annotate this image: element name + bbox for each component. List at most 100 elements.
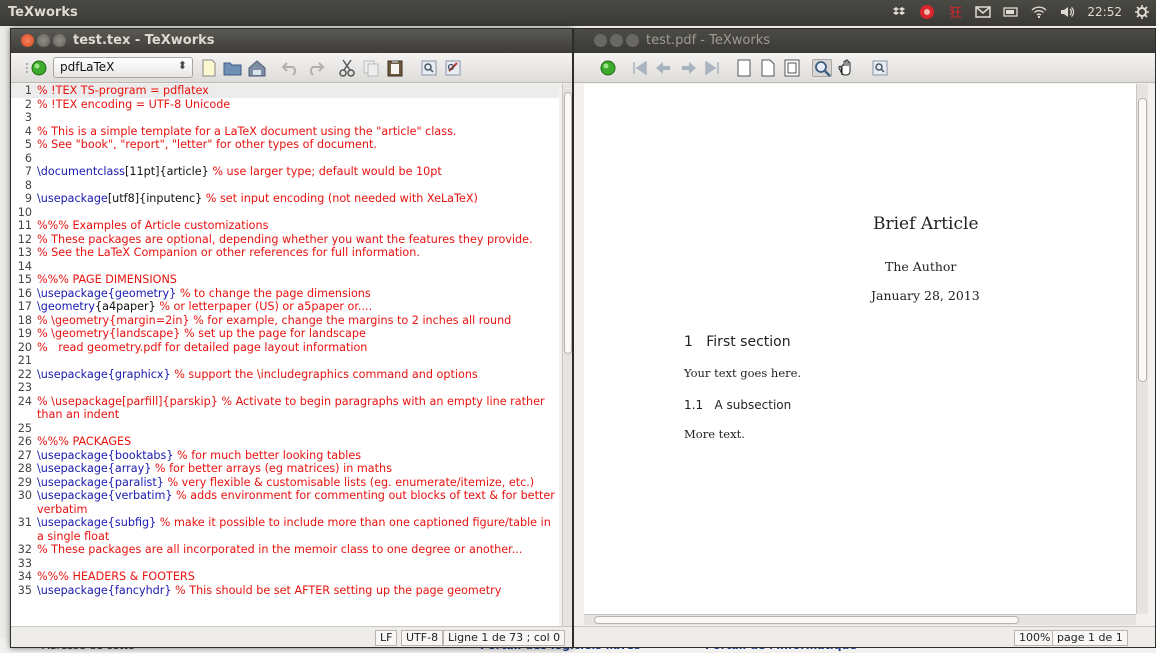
actual-size-icon[interactable] (734, 59, 754, 77)
code-line[interactable]: 25 (11, 422, 559, 436)
maximize-icon[interactable] (53, 34, 66, 47)
code-line[interactable]: 16 \usepackage{geometry} % to change the … (11, 287, 559, 301)
line-number: 29 (17, 475, 32, 489)
engine-select[interactable]: pdfLaTeX ⬍ (53, 57, 193, 78)
magnify-tool-icon[interactable] (812, 59, 832, 77)
svg-text:狂: 狂 (949, 6, 962, 20)
pdf-horizontal-scroll-thumb[interactable] (594, 616, 1019, 624)
code-line[interactable]: 12 % These packages are optional, dependi… (11, 233, 559, 247)
scroll-hand-icon[interactable] (836, 59, 856, 77)
code-line[interactable]: 3 (11, 111, 559, 125)
pdf-close-icon[interactable] (594, 34, 607, 47)
next-page-icon[interactable] (678, 59, 698, 77)
pdf-find-icon[interactable] (870, 59, 890, 77)
editor-vertical-scrollbar[interactable] (562, 84, 572, 626)
code-line[interactable]: 10 (11, 206, 559, 220)
clock[interactable]: 22:52 (1087, 5, 1122, 19)
code-line[interactable]: 31 \usepackage{subfig} % make it possible… (11, 516, 559, 543)
pdf-titlebar[interactable]: test.pdf - TeXworks (574, 29, 1155, 53)
code-line[interactable]: 1 % !TEX TS-program = pdflatex (11, 84, 559, 98)
volume-icon[interactable] (1059, 4, 1075, 20)
copy-icon[interactable] (361, 59, 381, 77)
pdf-vertical-scroll-thumb[interactable] (1138, 98, 1147, 382)
code-line[interactable]: 24 % \usepackage[parfill]{parskip} % Acti… (11, 395, 559, 422)
code-token: \usepackage{verbatim} (37, 489, 173, 502)
mail-icon[interactable] (975, 4, 992, 20)
code-line[interactable]: 28 \usepackage{array} % for better arrays… (11, 462, 559, 476)
line-number: 23 (17, 381, 32, 394)
fit-width-icon[interactable] (758, 59, 778, 77)
typeset-icon[interactable] (29, 59, 49, 77)
source-editor[interactable]: 1 % !TEX TS-program = pdflatex 2 % !TEX enc… (11, 84, 559, 626)
pdf-vertical-scrollbar[interactable] (1136, 84, 1148, 614)
line-ending-indicator[interactable]: LF (375, 630, 398, 646)
open-folder-icon[interactable] (223, 59, 243, 77)
app-title: TeXworks (8, 5, 78, 20)
editor-titlebar[interactable]: test.tex - TeXworks (11, 29, 572, 53)
code-line[interactable]: 32 % These packages are all incorporated … (11, 543, 559, 557)
code-line[interactable]: 22 \usepackage{graphicx} % support the \i… (11, 368, 559, 382)
code-line[interactable]: 13 % See the LaTeX Companion or other ref… (11, 246, 559, 260)
code-line[interactable]: 8 (11, 179, 559, 193)
code-line[interactable]: 14 (11, 260, 559, 274)
encoding-indicator[interactable]: UTF-8 (401, 630, 444, 646)
code-line[interactable]: 6 (11, 152, 559, 166)
cut-icon[interactable] (337, 59, 357, 77)
code-line[interactable]: 27 \usepackage{booktabs} % for much bette… (11, 449, 559, 463)
code-line[interactable]: 15 %%% PAGE DIMENSIONS (11, 273, 559, 287)
code-line[interactable]: 35 \usepackage{fancyhdr} % This should be… (11, 584, 559, 598)
code-line-text: % read geometry.pdf for detailed page la… (35, 341, 559, 355)
save-icon[interactable] (247, 59, 267, 77)
pdf-minimize-icon[interactable] (610, 34, 623, 47)
code-line[interactable]: 5 % See "book", "report", "letter" for ot… (11, 138, 559, 152)
replace-icon[interactable] (443, 59, 463, 77)
close-icon[interactable] (21, 34, 34, 47)
redo-icon[interactable] (305, 59, 325, 77)
dropbox-icon[interactable] (891, 4, 907, 20)
code-line[interactable]: 23 (11, 381, 559, 395)
toolbar-grip (17, 59, 28, 77)
code-token: {a4paper} (95, 300, 156, 313)
zoom-level[interactable]: 100% (1014, 630, 1056, 646)
code-line[interactable]: 26 %%% PACKAGES (11, 435, 559, 449)
wifi-icon[interactable] (1031, 4, 1047, 20)
code-line[interactable]: 11 %%% Examples of Article customizations (11, 219, 559, 233)
pdf-horizontal-scrollbar[interactable] (584, 614, 1136, 625)
code-line[interactable]: 20 % read geometry.pdf for detailed page … (11, 341, 559, 355)
line-number: 9 (24, 192, 32, 205)
fit-window-icon[interactable] (782, 59, 802, 77)
code-line[interactable]: 4 % This is a simple template for a LaTeX… (11, 125, 559, 139)
new-document-icon[interactable] (199, 59, 219, 77)
battery-icon[interactable] (1003, 4, 1019, 20)
code-line[interactable]: 18 % \geometry{margin=2in} % for example,… (11, 314, 559, 328)
code-line[interactable]: 33 (11, 557, 559, 571)
code-line[interactable]: 7 \documentclass[11pt]{article} % use lar… (11, 165, 559, 179)
code-line[interactable]: 19 % \geometry{landscape} % set up the pa… (11, 327, 559, 341)
last-page-icon[interactable] (702, 59, 722, 77)
cursor-position-indicator[interactable]: Ligne 1 de 73 ; col 0 (443, 630, 566, 646)
pdf-maximize-icon[interactable] (626, 34, 639, 47)
editor-scroll-thumb[interactable] (564, 92, 572, 354)
pdf-typeset-icon[interactable] (598, 59, 618, 77)
code-line[interactable]: 30 \usepackage{verbatim} % adds environme… (11, 489, 559, 516)
keyboard-layout-icon[interactable]: 狂 (947, 4, 963, 21)
minimize-icon[interactable] (37, 34, 50, 47)
previous-page-icon[interactable] (654, 59, 674, 77)
code-line[interactable]: 29 \usepackage{paralist} % very flexible … (11, 476, 559, 490)
pdf-page-view[interactable]: Brief Article The Author January 28, 201… (584, 84, 1136, 614)
code-line[interactable]: 2 % !TEX encoding = UTF-8 Unicode (11, 98, 559, 112)
code-token: % \geometry{margin=2in} % for example, c… (37, 313, 512, 327)
code-line[interactable]: 34 %%% HEADERS & FOOTERS (11, 570, 559, 584)
paste-icon[interactable] (385, 59, 405, 77)
page-indicator: page 1 de 1 (1052, 630, 1128, 646)
session-gear-icon[interactable] (1134, 4, 1150, 20)
undo-icon[interactable] (281, 59, 301, 77)
code-line[interactable]: 21 (11, 354, 559, 368)
code-token: % See "book", "report", "letter" for oth… (37, 138, 377, 151)
code-line[interactable]: 9 \usepackage[utf8]{inputenc} % set input… (11, 192, 559, 206)
code-line[interactable]: 17 \geometry{a4paper} % or letterpaper (U… (11, 300, 559, 314)
first-page-icon[interactable] (630, 59, 650, 77)
find-icon[interactable] (419, 59, 439, 77)
code-line-text: %%% HEADERS & FOOTERS (35, 570, 559, 584)
update-icon[interactable] (919, 4, 935, 20)
